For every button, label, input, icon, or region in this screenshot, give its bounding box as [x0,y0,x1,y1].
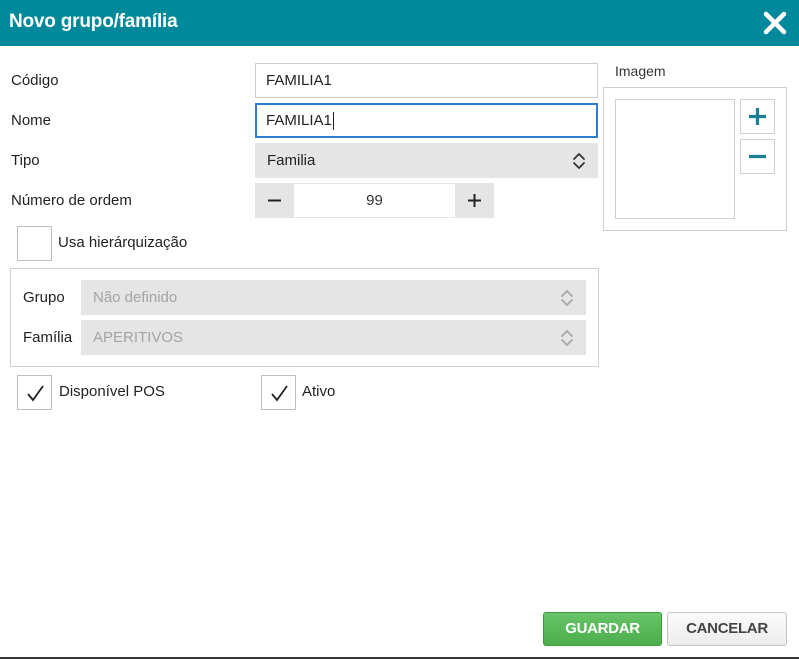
save-button[interactable]: GUARDAR [543,612,662,646]
add-image-button[interactable] [740,99,775,134]
checkmark-icon [271,385,288,402]
codigo-label: Código [11,72,59,89]
plus-icon [749,108,766,125]
chevron-up-down-icon [561,330,573,346]
dialog-title: Novo grupo/família [9,11,178,32]
disponivel-pos-checkbox[interactable] [17,375,52,410]
nome-label: Nome [11,112,52,129]
numero-ordem-label: Número de ordem [11,192,132,209]
remove-image-button[interactable] [740,139,775,174]
tipo-value: Familia [267,152,316,169]
ativo-label: Ativo [302,383,336,400]
familia-value: APERITIVOS [93,329,184,346]
familia-label: Família [23,329,73,346]
grupo-value: Não definido [93,289,178,306]
minus-icon [749,154,766,159]
hierarquizacao-label: Usa hierárquização [58,234,188,251]
checkmark-icon [27,385,44,402]
dialog-header: Novo grupo/família [0,0,799,46]
chevron-up-down-icon [561,290,573,306]
plus-icon [468,194,481,207]
image-panel [603,87,787,231]
cancel-button[interactable]: CANCELAR [667,612,787,646]
numero-ordem-input[interactable]: 99 [294,183,455,218]
tipo-label: Tipo [11,152,40,169]
nome-value: FAMILIA1 [266,112,332,129]
disponivel-pos-label: Disponível POS [59,383,165,400]
decrement-button[interactable] [255,183,294,218]
chevron-up-down-icon [573,153,585,169]
imagem-label: Imagem [615,63,666,79]
close-button[interactable] [761,8,789,38]
hierarquizacao-checkbox[interactable] [17,226,52,261]
close-icon [763,11,787,35]
numero-ordem-value: 99 [366,192,383,209]
increment-button[interactable] [455,183,494,218]
tipo-select[interactable]: Familia [255,143,598,178]
image-preview[interactable] [615,99,735,219]
grupo-select[interactable]: Não definido [81,280,586,315]
nome-input[interactable]: FAMILIA1 [255,103,598,138]
ativo-checkbox[interactable] [261,375,296,410]
text-caret [332,112,334,131]
familia-select[interactable]: APERITIVOS [81,320,586,355]
minus-icon [268,199,281,202]
codigo-value: FAMILIA1 [266,72,332,89]
codigo-input[interactable]: FAMILIA1 [255,63,598,98]
grupo-label: Grupo [23,289,65,306]
